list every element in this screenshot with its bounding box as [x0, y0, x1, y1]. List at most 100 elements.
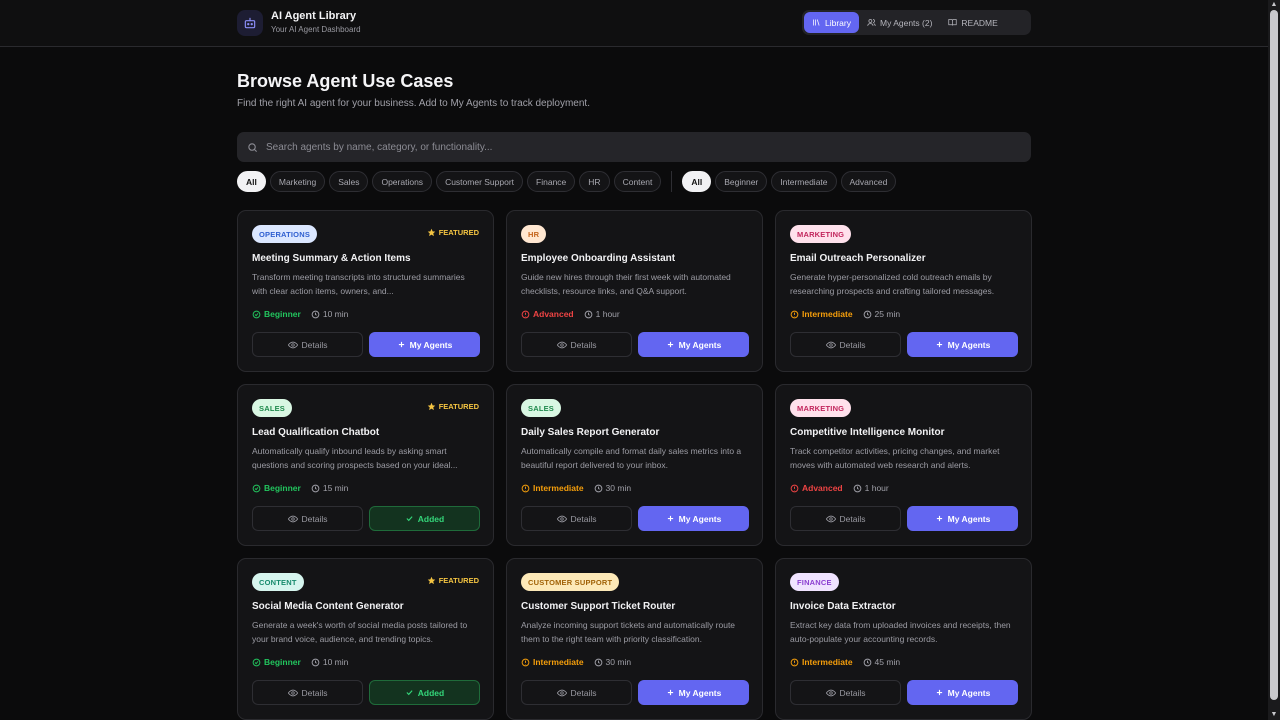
check-icon: [405, 514, 414, 523]
app-header: AI Agent Library Your AI Agent Dashboard…: [0, 0, 1268, 47]
difficulty-label: Advanced: [802, 483, 843, 493]
filter-category-marketing[interactable]: Marketing: [269, 171, 326, 192]
add-to-my-agents-button[interactable]: My Agents: [638, 680, 749, 705]
plus-icon: [666, 340, 675, 349]
add-to-my-agents-button[interactable]: My Agents: [369, 332, 480, 357]
card-meta: Intermediate 25 min: [790, 309, 900, 319]
details-label: Details: [839, 513, 866, 524]
setup-time: 1 hour: [584, 309, 620, 319]
add-label: My Agents: [947, 339, 991, 350]
agent-card-email-outreach-personalizer[interactable]: MARKETING Email Outreach Personalizer Ge…: [775, 210, 1032, 372]
filter-bar: All Marketing Sales Operations Customer …: [237, 171, 897, 192]
category-badge: HR: [521, 225, 547, 243]
details-button[interactable]: Details: [252, 332, 363, 357]
filter-level-advanced[interactable]: Advanced: [840, 171, 897, 192]
nav-library[interactable]: Library: [804, 12, 859, 33]
add-to-my-agents-button[interactable]: My Agents: [638, 506, 749, 531]
add-to-my-agents-button[interactable]: My Agents: [907, 332, 1018, 357]
card-title: Email Outreach Personalizer: [790, 253, 926, 264]
details-button[interactable]: Details: [252, 506, 363, 531]
difficulty-level: Beginner: [252, 657, 301, 667]
details-button[interactable]: Details: [521, 332, 632, 357]
agent-card-competitive-intelligence-monitor[interactable]: MARKETING Competitive Intelligence Monit…: [775, 384, 1032, 546]
alert-circle-icon: [521, 484, 530, 493]
agent-card-meeting-summary-action-items[interactable]: OPERATIONS FEATURED Meeting Summary & Ac…: [237, 210, 494, 372]
details-label: Details: [570, 513, 597, 524]
difficulty-label: Intermediate: [802, 657, 853, 667]
setup-time: 15 min: [311, 483, 348, 493]
details-button[interactable]: Details: [790, 680, 901, 705]
page-subtitle: Find the right AI agent for your busines…: [237, 98, 590, 109]
scroll-down-icon[interactable]: ▼: [1270, 711, 1278, 719]
eye-icon: [287, 514, 298, 524]
clock-icon: [311, 310, 320, 319]
added-label: Added: [417, 687, 445, 698]
scroll-up-icon[interactable]: ▲: [1270, 1, 1278, 9]
filter-level-all[interactable]: All: [682, 171, 712, 192]
alert-circle-icon: [521, 658, 530, 667]
agent-card-social-media-content-generator[interactable]: CONTENT FEATURED Social Media Content Ge…: [237, 558, 494, 720]
eye-icon: [287, 340, 298, 350]
star-icon: [427, 576, 436, 585]
details-button[interactable]: Details: [790, 506, 901, 531]
alert-circle-icon: [790, 310, 799, 319]
plus-icon: [397, 340, 406, 349]
difficulty-label: Intermediate: [533, 657, 584, 667]
agent-card-employee-onboarding-assistant[interactable]: HR Employee Onboarding Assistant Guide n…: [506, 210, 763, 372]
filter-category-finance[interactable]: Finance: [527, 171, 576, 192]
filter-category-all[interactable]: All: [237, 171, 266, 192]
filter-level-beginner[interactable]: Beginner: [715, 171, 768, 192]
page-scrollbar[interactable]: ▲ ▼: [1268, 0, 1280, 720]
card-description: Analyze incoming support tickets and aut…: [521, 620, 736, 644]
filter-category-customer-support[interactable]: Customer Support: [436, 171, 524, 192]
plus-icon: [666, 688, 675, 697]
card-title: Customer Support Ticket Router: [521, 601, 676, 612]
card-description: Generate a week's worth of social media …: [252, 620, 468, 644]
search-input[interactable]: [266, 141, 1006, 153]
add-label: My Agents: [678, 339, 722, 350]
clock-icon: [584, 310, 593, 319]
nav-my-agents[interactable]: My Agents (2): [859, 12, 940, 33]
details-label: Details: [839, 339, 866, 350]
details-button[interactable]: Details: [252, 680, 363, 705]
add-to-my-agents-button[interactable]: My Agents: [907, 680, 1018, 705]
difficulty-level: Intermediate: [521, 657, 584, 667]
add-to-my-agents-button[interactable]: My Agents: [638, 332, 749, 357]
scrollbar-thumb[interactable]: [1270, 10, 1278, 700]
add-label: My Agents: [678, 687, 722, 698]
agent-card-customer-support-ticket-router[interactable]: CUSTOMER SUPPORT Customer Support Ticket…: [506, 558, 763, 720]
eye-icon: [825, 340, 836, 350]
eye-icon: [825, 514, 836, 524]
setup-time-label: 10 min: [322, 309, 349, 319]
featured-label: FEATURED: [427, 576, 479, 585]
category-badge: FINANCE: [790, 573, 839, 591]
add-to-my-agents-button[interactable]: My Agents: [907, 506, 1018, 531]
added-button[interactable]: Added: [369, 680, 480, 705]
nav-readme[interactable]: README: [940, 12, 1005, 33]
add-label: My Agents: [409, 339, 453, 350]
agent-card-invoice-data-extractor[interactable]: FINANCE Invoice Data Extractor Extract k…: [775, 558, 1032, 720]
card-meta: Beginner 15 min: [252, 483, 348, 493]
added-label: Added: [417, 513, 445, 524]
details-button[interactable]: Details: [521, 680, 632, 705]
category-badge: OPERATIONS: [252, 225, 318, 243]
details-label: Details: [570, 687, 597, 698]
card-description: Extract key data from uploaded invoices …: [790, 620, 1011, 644]
added-button[interactable]: Added: [369, 506, 480, 531]
card-meta: Intermediate 30 min: [521, 483, 631, 493]
agent-card-lead-qualification-chatbot[interactable]: SALES FEATURED Lead Qualification Chatbo…: [237, 384, 494, 546]
search-icon: [247, 142, 258, 153]
setup-time-label: 1 hour: [864, 483, 889, 493]
filter-category-content[interactable]: Content: [613, 171, 662, 192]
filter-level-intermediate[interactable]: Intermediate: [771, 171, 837, 192]
agent-card-daily-sales-report-generator[interactable]: SALES Daily Sales Report Generator Autom…: [506, 384, 763, 546]
card-meta: Advanced 1 hour: [790, 483, 889, 493]
filter-category-sales[interactable]: Sales: [329, 171, 369, 192]
clock-icon: [311, 658, 320, 667]
details-label: Details: [301, 687, 328, 698]
details-button[interactable]: Details: [521, 506, 632, 531]
filter-category-hr[interactable]: HR: [579, 171, 610, 192]
clock-icon: [594, 658, 603, 667]
details-button[interactable]: Details: [790, 332, 901, 357]
filter-category-operations[interactable]: Operations: [372, 171, 433, 192]
